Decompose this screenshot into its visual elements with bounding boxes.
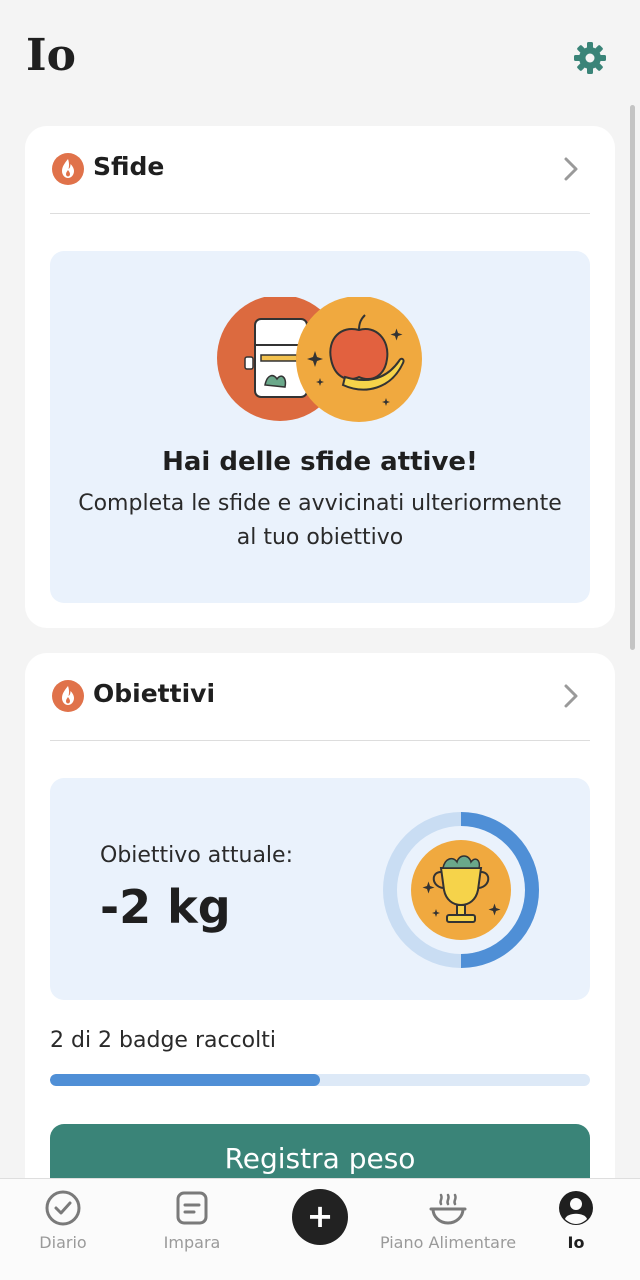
scrollbar[interactable] xyxy=(630,105,635,650)
divider xyxy=(50,213,590,214)
challenges-card-header[interactable]: Sfide xyxy=(25,126,615,213)
active-challenges-panel[interactable]: Hai delle sfide attive! Completa le sfid… xyxy=(50,251,590,603)
badges-progress-fill xyxy=(50,1074,320,1086)
challenges-heading: Hai delle sfide attive! xyxy=(162,447,478,477)
challenges-description: Completa le sfide e avvicinati ulteriorm… xyxy=(78,491,562,550)
challenges-card: Sfide Hai delle sfide attive! Completa l… xyxy=(25,126,615,628)
tab-me[interactable]: Io xyxy=(506,1179,640,1279)
plus-icon: + xyxy=(306,1197,334,1235)
divider xyxy=(50,740,590,741)
check-circle-icon xyxy=(45,1190,81,1226)
chevron-right-icon xyxy=(564,157,578,181)
tab-meal-plan[interactable]: Piano Alimentare xyxy=(378,1179,518,1279)
tab-label: Impara xyxy=(163,1233,221,1252)
add-button[interactable]: + xyxy=(292,1189,348,1245)
goal-progress-ring xyxy=(383,812,539,968)
challenges-illustration xyxy=(217,297,422,422)
challenges-title: Sfide xyxy=(93,152,165,181)
current-goal-panel[interactable]: Obiettivo attuale: -2 kg xyxy=(50,778,590,1000)
chevron-right-icon xyxy=(564,684,578,708)
profile-icon xyxy=(559,1191,593,1225)
current-goal-value: -2 kg xyxy=(100,880,231,934)
bowl-icon xyxy=(429,1193,467,1225)
badges-progress-bar xyxy=(50,1074,590,1086)
page-title: Io xyxy=(26,30,76,81)
tab-label: Diario xyxy=(39,1233,87,1252)
current-goal-label: Obiettivo attuale: xyxy=(100,843,293,868)
tab-learn[interactable]: Impara xyxy=(122,1179,262,1279)
tab-label: Piano Alimentare xyxy=(379,1233,517,1252)
badges-collected-text: 2 di 2 badge raccolti xyxy=(50,1028,276,1053)
flame-icon xyxy=(52,153,84,185)
tab-label: Io xyxy=(567,1233,585,1252)
note-icon xyxy=(176,1191,208,1225)
tab-diary[interactable]: Diario xyxy=(0,1179,133,1279)
gear-icon xyxy=(574,42,606,74)
goals-card-header[interactable]: Obiettivi xyxy=(25,653,615,740)
settings-button[interactable] xyxy=(572,40,608,76)
goals-title: Obiettivi xyxy=(93,679,216,708)
goals-card: Obiettivi Obiettivo attuale: -2 kg 2 di … xyxy=(25,653,615,1213)
flame-icon xyxy=(52,680,84,712)
top-header: Io xyxy=(0,0,640,110)
bottom-tab-bar: Diario Impara + Piano Alimentare Io xyxy=(0,1178,640,1280)
